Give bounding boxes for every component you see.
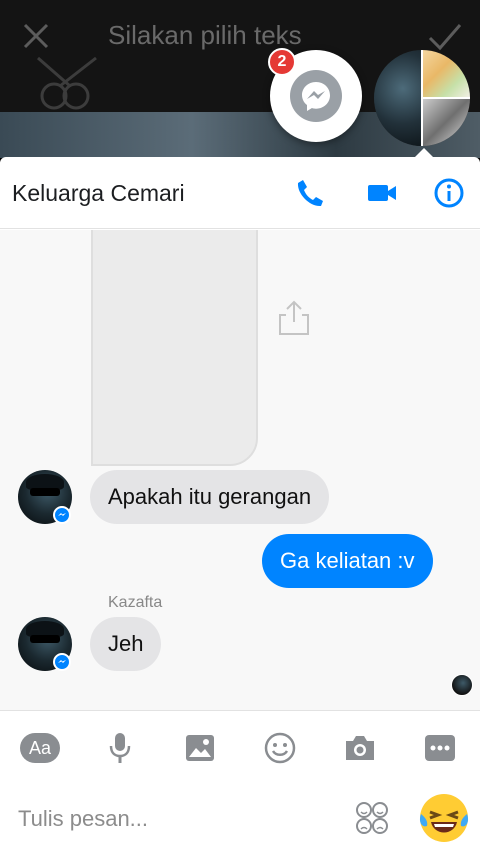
scissors-icon xyxy=(37,56,97,110)
message-text: Ga keliatan :v xyxy=(280,548,415,573)
message-bubble[interactable]: Jeh xyxy=(90,617,162,671)
microphone-icon xyxy=(109,733,131,763)
attachment-preview[interactable] xyxy=(91,230,258,466)
laughing-emoji-icon[interactable] xyxy=(418,792,470,844)
group-chat-head-avatar[interactable] xyxy=(374,50,470,146)
message-bubble[interactable]: Apakah itu gerangan xyxy=(90,470,330,524)
messenger-badge-icon xyxy=(53,506,71,524)
composer-toolbar: Aa xyxy=(0,710,480,782)
close-icon xyxy=(23,23,49,49)
background-title: Silakan pilih teks xyxy=(108,20,302,50)
chat-header: Keluarga Cemari xyxy=(0,157,480,229)
chat-window: Keluarga Cemari Apakah itu gerangan Ga k… xyxy=(0,157,480,854)
camera-button[interactable] xyxy=(340,731,380,765)
phone-icon[interactable] xyxy=(294,177,326,209)
more-icon xyxy=(425,735,455,761)
message-thread[interactable]: Apakah itu gerangan Ga keliatan :v Kazaf… xyxy=(0,230,480,710)
sticker-icon[interactable] xyxy=(354,800,390,836)
seen-indicator-avatar xyxy=(451,674,473,696)
image-button[interactable] xyxy=(180,731,220,765)
info-icon[interactable] xyxy=(433,177,465,209)
text-style-button[interactable]: Aa xyxy=(20,731,60,765)
message-text: Apakah itu gerangan xyxy=(108,484,312,509)
conversation-title[interactable]: Keluarga Cemari xyxy=(12,180,185,207)
video-call-icon[interactable] xyxy=(366,177,398,209)
emoji-button[interactable] xyxy=(260,731,300,765)
messenger-icon xyxy=(290,70,342,122)
emoji-icon xyxy=(264,732,296,764)
sender-name: Kazafta xyxy=(108,594,163,611)
microphone-button[interactable] xyxy=(100,731,140,765)
message-text: Jeh xyxy=(108,631,144,656)
message-input-placeholder[interactable]: Tulis pesan... xyxy=(18,806,148,832)
image-icon xyxy=(186,735,214,761)
unread-badge: 2 xyxy=(268,48,296,76)
camera-icon xyxy=(346,736,374,760)
message-bubble[interactable]: Ga keliatan :v xyxy=(262,534,433,588)
more-button[interactable] xyxy=(420,731,460,765)
messenger-badge-icon xyxy=(53,653,71,671)
message-composer[interactable]: Tulis pesan... xyxy=(0,782,480,854)
share-icon[interactable] xyxy=(278,300,310,336)
text-style-label: Aa xyxy=(20,733,60,763)
check-icon xyxy=(428,24,462,51)
